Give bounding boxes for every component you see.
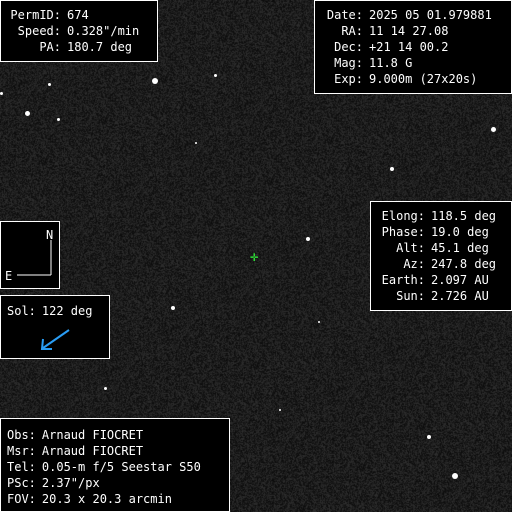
info-label: PSc: <box>7 476 36 490</box>
target-marker: ✛ <box>250 249 259 265</box>
info-label: RA: <box>341 24 363 38</box>
info-row: Dec: +21 14 00.2 <box>319 39 511 55</box>
sol-value: 122 deg <box>41 304 93 318</box>
info-label: Az: <box>403 257 425 271</box>
object-info-panel: PermID: 674 Speed: 0.328"/min PA: 180.7 deg <box>0 0 158 62</box>
info-label: Tel: <box>7 460 36 474</box>
info-value: 2.726 AU <box>431 289 489 303</box>
info-value: 19.0 deg <box>431 225 489 239</box>
info-label: PermID: <box>10 8 61 22</box>
info-value: 0.328"/min <box>67 24 140 38</box>
info-value: 11.8 G <box>369 56 413 70</box>
star <box>427 435 431 439</box>
info-row: Elong: 118.5 deg <box>375 208 511 224</box>
observer-info-panel: Obs: Arnaud FIOCRET Msr: Arnaud FIOCRET Te… <box>0 418 230 512</box>
info-value: 20.3 x 20.3 arcmin <box>41 492 172 506</box>
info-value: 45.1 deg <box>431 241 489 255</box>
info-row: Phase: 19.0 deg <box>375 224 511 240</box>
sun-direction-arrow-icon <box>40 329 70 350</box>
info-row: PermID: 674 <box>5 7 157 23</box>
info-row: FOV: 20.3 x 20.3 arcmin <box>7 491 229 507</box>
info-label: Mag: <box>334 56 363 70</box>
info-value: Arnaud FIOCRET <box>41 444 144 458</box>
star <box>390 167 394 171</box>
info-row: PSc: 2.37"/px <box>7 475 229 491</box>
star <box>152 78 158 84</box>
star <box>104 387 107 390</box>
star <box>491 127 496 132</box>
star <box>171 306 175 310</box>
info-value: 0.05-m f/5 Seestar S50 <box>41 460 201 474</box>
info-label: Exp: <box>334 72 363 86</box>
star <box>214 74 217 77</box>
star <box>25 111 30 116</box>
info-value: 247.8 deg <box>431 257 497 271</box>
sky-image: ✛ PermID: 674 Speed: 0.328"/min PA: 180.7 d… <box>0 0 512 512</box>
star <box>57 118 60 121</box>
info-row: Exp: 9.000m (27x20s) <box>319 71 511 87</box>
info-row: Speed: 0.328"/min <box>5 23 157 39</box>
info-value: 118.5 deg <box>431 209 497 223</box>
star <box>452 473 458 479</box>
star <box>318 321 320 323</box>
info-row: Sun: 2.726 AU <box>375 288 511 304</box>
info-value: 2025 05 01.979881 <box>369 8 492 22</box>
compass-panel: N E <box>0 221 60 289</box>
sun-direction-panel: Sol: 122 deg <box>0 295 110 359</box>
info-row: Sol: 122 deg <box>7 303 109 319</box>
info-label: Obs: <box>7 428 36 442</box>
info-label: Elong: <box>381 209 425 223</box>
info-row: Az: 247.8 deg <box>375 256 511 272</box>
info-row: RA: 11 14 27.08 <box>319 23 511 39</box>
info-value: 9.000m (27x20s) <box>369 72 478 86</box>
info-label: Phase: <box>381 225 425 239</box>
info-row: PA: 180.7 deg <box>5 39 157 55</box>
info-value: 180.7 deg <box>67 40 133 54</box>
sol-label: Sol: <box>7 304 36 318</box>
info-label: Earth: <box>381 273 425 287</box>
info-row: Obs: Arnaud FIOCRET <box>7 427 229 443</box>
info-value: Arnaud FIOCRET <box>41 428 144 442</box>
info-value: +21 14 00.2 <box>369 40 449 54</box>
info-row: Alt: 45.1 deg <box>375 240 511 256</box>
info-label: Speed: <box>17 24 61 38</box>
info-value: 11 14 27.08 <box>369 24 449 38</box>
star <box>48 83 51 86</box>
info-value: 2.097 AU <box>431 273 489 287</box>
info-label: Alt: <box>396 241 425 255</box>
info-label: FOV: <box>7 492 36 506</box>
info-value: 2.37"/px <box>41 476 100 490</box>
star <box>0 92 3 95</box>
info-label: Msr: <box>7 444 36 458</box>
star <box>306 237 310 241</box>
info-value: 674 <box>67 8 89 22</box>
star <box>279 409 281 411</box>
info-row: Msr: Arnaud FIOCRET <box>7 443 229 459</box>
star <box>195 142 197 144</box>
compass-east-label: E <box>5 269 13 283</box>
info-row: Tel: 0.05-m f/5 Seestar S50 <box>7 459 229 475</box>
info-label: PA: <box>39 40 61 54</box>
info-label: Sun: <box>396 289 425 303</box>
observation-info-panel: Date: 2025 05 01.979881 RA: 11 14 27.08 De… <box>314 0 512 94</box>
info-row: Mag: 11.8 G <box>319 55 511 71</box>
info-label: Dec: <box>334 40 363 54</box>
geometry-info-panel: Elong: 118.5 deg Phase: 19.0 deg Alt: 45.1 … <box>370 201 512 311</box>
compass-north-label: N <box>46 228 54 242</box>
info-label: Date: <box>326 8 363 22</box>
info-row: Earth: 2.097 AU <box>375 272 511 288</box>
info-row: Date: 2025 05 01.979881 <box>319 7 511 23</box>
